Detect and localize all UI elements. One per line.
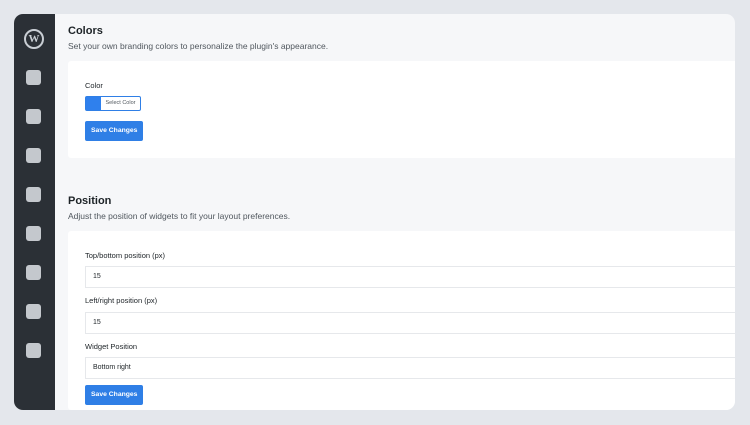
sidebar-nav-icon[interactable] <box>26 304 41 319</box>
wordpress-logo-icon[interactable]: W <box>24 29 44 49</box>
color-swatch[interactable] <box>86 97 101 110</box>
sidebar-nav-icon[interactable] <box>26 148 41 163</box>
sidebar-nav-icon[interactable] <box>26 70 41 85</box>
position-section-description: Adjust the position of widgets to fit yo… <box>68 211 291 221</box>
sidebar-nav-icon[interactable] <box>26 265 41 280</box>
save-colors-button[interactable]: Save Changes <box>85 121 144 141</box>
sidebar-nav-icon[interactable] <box>26 109 41 124</box>
sidebar-nav-icon[interactable] <box>26 343 41 358</box>
settings-main: Colors Set your own branding colors to p… <box>55 14 735 410</box>
left-right-input[interactable]: 15 <box>85 312 735 334</box>
sidebar-nav-icon[interactable] <box>26 187 41 202</box>
position-section-title: Position <box>68 195 112 207</box>
top-bottom-input[interactable]: 15 <box>85 266 735 288</box>
app-window: W Colors Set your own branding colors to… <box>14 14 735 410</box>
widget-position-label: Widget Position <box>85 342 138 351</box>
top-bottom-label: Top/bottom position (px) <box>85 251 166 260</box>
position-card: Top/bottom position (px) 15 Left/right p… <box>68 231 735 410</box>
save-position-button[interactable]: Save Changes <box>85 385 144 405</box>
colors-card: Color Select Color Save Changes <box>68 61 735 158</box>
admin-sidebar: W <box>14 14 55 410</box>
color-picker[interactable]: Select Color <box>85 96 141 111</box>
widget-position-select[interactable]: Bottom right <box>85 357 735 379</box>
left-right-label: Left/right position (px) <box>85 296 158 305</box>
color-label: Color <box>85 81 103 90</box>
colors-section-description: Set your own branding colors to personal… <box>68 41 329 51</box>
colors-section-title: Colors <box>68 25 103 37</box>
select-color-button[interactable]: Select Color <box>101 97 140 110</box>
sidebar-nav-icon[interactable] <box>26 226 41 241</box>
